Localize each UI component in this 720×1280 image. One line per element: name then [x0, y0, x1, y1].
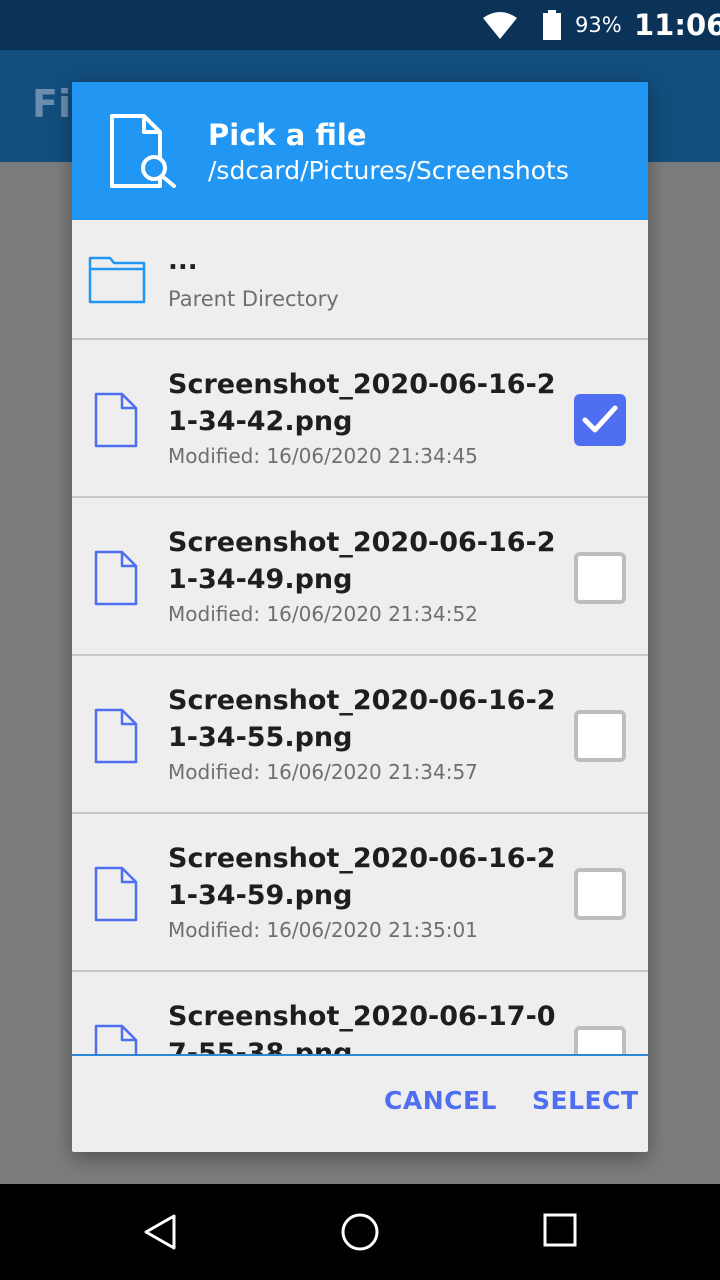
home-icon[interactable]: [340, 1212, 380, 1256]
navigation-bar: [0, 1184, 720, 1280]
cancel-button[interactable]: CANCEL: [384, 1086, 497, 1115]
file-checkbox[interactable]: [574, 868, 626, 920]
current-path: /sdcard/Pictures/Screenshots: [208, 156, 569, 185]
select-button[interactable]: SELECT: [532, 1086, 639, 1115]
file-modified: Modified: 16/06/2020 21:34:45: [168, 444, 478, 468]
file-icon: [94, 550, 138, 610]
list-item[interactable]: Screenshot_2020-06-16-21-34-59.png Modif…: [72, 814, 648, 972]
file-modified: Modified: 16/06/2020 21:34:57: [168, 760, 478, 784]
list-item[interactable]: Screenshot_2020-06-16-21-34-49.png Modif…: [72, 498, 648, 656]
dialog-header: Pick a file /sdcard/Pictures/Screenshots: [72, 82, 648, 220]
recent-apps-icon[interactable]: [542, 1212, 578, 1252]
battery-percent: 93%: [575, 13, 622, 37]
file-icon: [94, 1024, 138, 1054]
list-item[interactable]: Screenshot_2020-06-17-07-55-38.png: [72, 972, 648, 1054]
file-name: Screenshot_2020-06-17-07-55-38.png: [168, 1001, 556, 1054]
app-title: Fi: [32, 82, 71, 126]
file-name: Screenshot_2020-06-16-21-34-55.png: [168, 685, 556, 753]
battery-icon: [542, 10, 562, 44]
parent-directory-label: Parent Directory: [168, 287, 339, 311]
file-search-icon: [108, 114, 178, 192]
dialog-actions: CANCEL SELECT: [72, 1056, 648, 1152]
parent-directory-row[interactable]: ... Parent Directory: [72, 220, 648, 340]
checkmark-icon: [582, 405, 618, 433]
file-list[interactable]: ... Parent Directory Screenshot_2020-06-…: [72, 220, 648, 1054]
list-item[interactable]: Screenshot_2020-06-16-21-34-42.png Modif…: [72, 340, 648, 498]
folder-icon: [88, 254, 146, 308]
file-name: Screenshot_2020-06-16-21-34-49.png: [168, 527, 556, 595]
file-checkbox[interactable]: [574, 710, 626, 762]
file-picker-dialog: Pick a file /sdcard/Pictures/Screenshots…: [72, 82, 648, 1152]
clock: 11:06: [634, 8, 720, 42]
list-item[interactable]: Screenshot_2020-06-16-21-34-55.png Modif…: [72, 656, 648, 814]
parent-directory-name: ...: [168, 246, 198, 276]
file-icon: [94, 392, 138, 452]
file-name: Screenshot_2020-06-16-21-34-42.png: [168, 369, 556, 437]
file-checkbox[interactable]: [574, 552, 626, 604]
file-checkbox[interactable]: [574, 1026, 626, 1054]
file-modified: Modified: 16/06/2020 21:34:52: [168, 602, 478, 626]
file-icon: [94, 708, 138, 768]
file-modified: Modified: 16/06/2020 21:35:01: [168, 918, 478, 942]
wifi-icon: [482, 12, 518, 44]
file-name: Screenshot_2020-06-16-21-34-59.png: [168, 843, 556, 911]
dialog-title: Pick a file: [208, 118, 367, 152]
file-icon: [94, 866, 138, 926]
back-icon[interactable]: [140, 1212, 180, 1256]
file-checkbox[interactable]: [574, 394, 626, 446]
status-bar: 93% 11:06: [0, 0, 720, 50]
